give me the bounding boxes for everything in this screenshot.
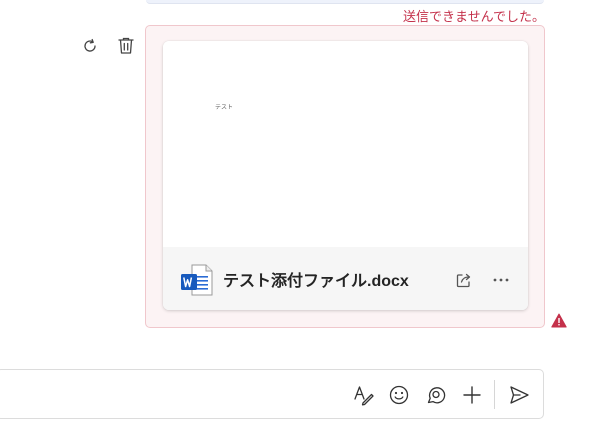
preview-text: テスト: [215, 105, 234, 111]
document-preview[interactable]: テスト: [163, 41, 528, 247]
send-failed-text: 送信できませんでした。: [403, 9, 545, 24]
file-attachment-card[interactable]: テスト テスト添付ファイル.docx: [163, 41, 528, 310]
more-options-icon[interactable]: [489, 269, 513, 291]
trash-icon[interactable]: [115, 34, 137, 56]
add-icon[interactable]: [460, 383, 484, 407]
share-icon[interactable]: [453, 269, 475, 291]
file-name[interactable]: テスト添付ファイル.docx: [223, 267, 409, 291]
file-footer: テスト添付ファイル.docx: [163, 247, 528, 310]
toolbar-divider: [494, 380, 495, 409]
send-icon[interactable]: [507, 383, 531, 407]
retry-icon[interactable]: [79, 35, 101, 57]
format-icon[interactable]: [352, 383, 376, 407]
previous-message-bubble: [146, 0, 544, 4]
loop-icon[interactable]: [423, 383, 447, 407]
warning-icon: [551, 313, 567, 328]
emoji-icon[interactable]: [387, 383, 411, 407]
word-doc-icon: [180, 263, 214, 297]
